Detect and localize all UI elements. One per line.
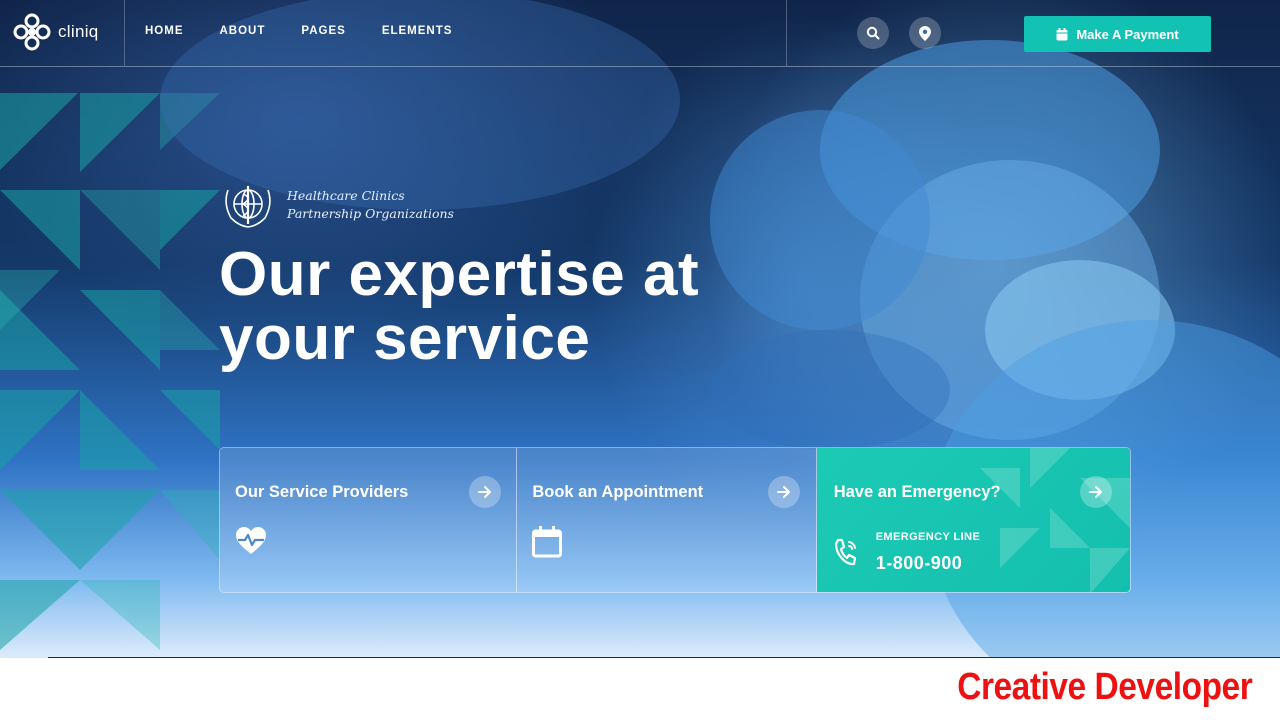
logo-text: cliniq (58, 22, 99, 41)
hero-headline: Our expertise at your service (219, 243, 839, 371)
divider-line (48, 657, 1280, 658)
arrow-right-icon (478, 486, 491, 498)
card-title: Have an Emergency? (833, 483, 1001, 501)
book-appointment-card[interactable]: Book an Appointment (517, 448, 817, 592)
search-button[interactable] (857, 17, 889, 49)
heart-pulse-icon (236, 527, 266, 554)
service-providers-card[interactable]: Our Service Providers (220, 448, 518, 592)
badge-text: Healthcare Clinics Partnership Organizat… (287, 187, 454, 223)
search-icon (866, 26, 880, 40)
badge-line-1: Healthcare Clinics (287, 188, 405, 203)
hero-section: cliniq HOME ABOUT PAGES ELEMENTS Make A … (0, 0, 1280, 658)
calendar-icon (1056, 27, 1068, 40)
logo[interactable]: cliniq (12, 12, 99, 52)
make-payment-button[interactable]: Make A Payment (1024, 16, 1211, 52)
header-divider (786, 0, 787, 66)
medical-emblem-icon (225, 186, 271, 228)
watermark-text: Creative Developer (956, 666, 1253, 708)
arrow-right-icon (777, 486, 791, 498)
arrow-button[interactable] (469, 476, 501, 508)
header-divider (124, 0, 125, 66)
badge-line-2: Partnership Organizations (287, 206, 454, 221)
nav-pages[interactable]: PAGES (301, 25, 345, 37)
arrow-button[interactable] (768, 476, 801, 508)
service-cards: Our Service Providers Book an Appointmen… (219, 447, 1131, 593)
card-pattern (980, 448, 1130, 592)
emergency-line-label: EMERGENCY LINE (875, 531, 981, 543)
nav-home[interactable]: HOME (145, 25, 184, 37)
calendar-icon (532, 526, 563, 558)
nav-about[interactable]: ABOUT (220, 25, 266, 37)
location-button[interactable] (909, 17, 941, 49)
cliniq-logo-icon (13, 13, 51, 51)
emergency-card[interactable]: Have an Emergency? EMERGENCY LINE 1-800-… (816, 448, 1130, 592)
emergency-phone-number[interactable]: 1-800-900 (876, 553, 963, 574)
main-nav: HOME ABOUT PAGES ELEMENTS (145, 25, 488, 37)
map-pin-icon (919, 25, 931, 41)
card-title: Book an Appointment (532, 483, 704, 501)
make-payment-label: Make A Payment (1076, 26, 1179, 42)
arrow-button[interactable] (1079, 476, 1112, 508)
site-header: cliniq HOME ABOUT PAGES ELEMENTS Make A … (0, 0, 1280, 67)
headline-line-2: your service (219, 304, 591, 373)
partnership-badge: Healthcare Clinics Partnership Organizat… (219, 180, 454, 230)
nav-elements[interactable]: ELEMENTS (382, 25, 453, 37)
headline-line-1: Our expertise at (219, 240, 700, 309)
phone-icon (834, 538, 856, 566)
arrow-right-icon (1088, 486, 1102, 498)
card-title: Our Service Providers (235, 483, 409, 501)
